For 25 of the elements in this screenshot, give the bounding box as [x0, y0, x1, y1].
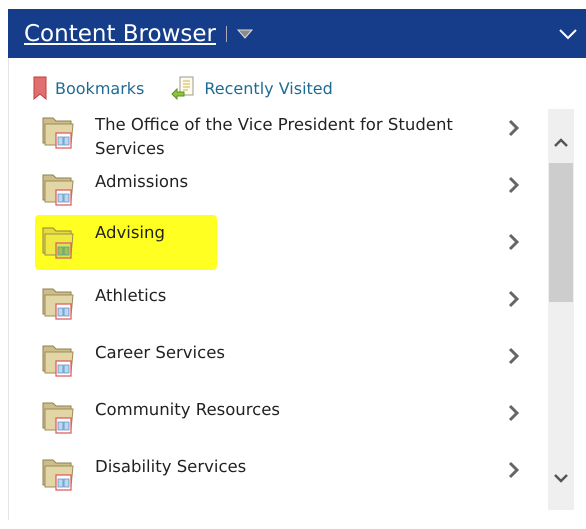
document-arrow-icon — [170, 76, 196, 100]
chevron-right-icon[interactable] — [508, 347, 520, 365]
chevron-right-icon[interactable] — [508, 404, 520, 422]
bookmarks-link[interactable]: Bookmarks — [33, 76, 144, 100]
scroll-up-icon[interactable] — [553, 137, 569, 149]
panel-title[interactable]: Content Browser — [24, 20, 216, 46]
scrollbar[interactable] — [548, 109, 574, 510]
folder-label[interactable]: Advising — [89, 219, 211, 260]
folder-label[interactable]: The Office of the Vice President for Student Services — [89, 109, 491, 165]
chevron-right-icon[interactable] — [508, 176, 520, 194]
folder-label[interactable]: Career Services — [89, 337, 491, 369]
chevron-right-icon[interactable] — [508, 119, 520, 137]
scrollbar-thumb[interactable] — [549, 163, 573, 302]
collapse-chevron-icon[interactable] — [558, 28, 578, 40]
scroll-down-icon[interactable] — [553, 472, 569, 484]
dropdown-triangle-icon[interactable] — [237, 28, 253, 40]
chevron-right-icon[interactable] — [508, 461, 520, 479]
bookmark-icon — [33, 76, 47, 100]
recent-link[interactable]: Recently Visited — [170, 76, 333, 100]
chevron-right-icon[interactable] — [508, 290, 520, 308]
folder-label[interactable]: Community Resources — [89, 394, 491, 426]
folder-label[interactable]: Disability Services — [89, 451, 491, 483]
chevron-right-icon[interactable] — [508, 233, 520, 251]
folder-label[interactable]: Athletics — [89, 280, 491, 312]
folder-label[interactable]: Admissions — [89, 166, 491, 198]
